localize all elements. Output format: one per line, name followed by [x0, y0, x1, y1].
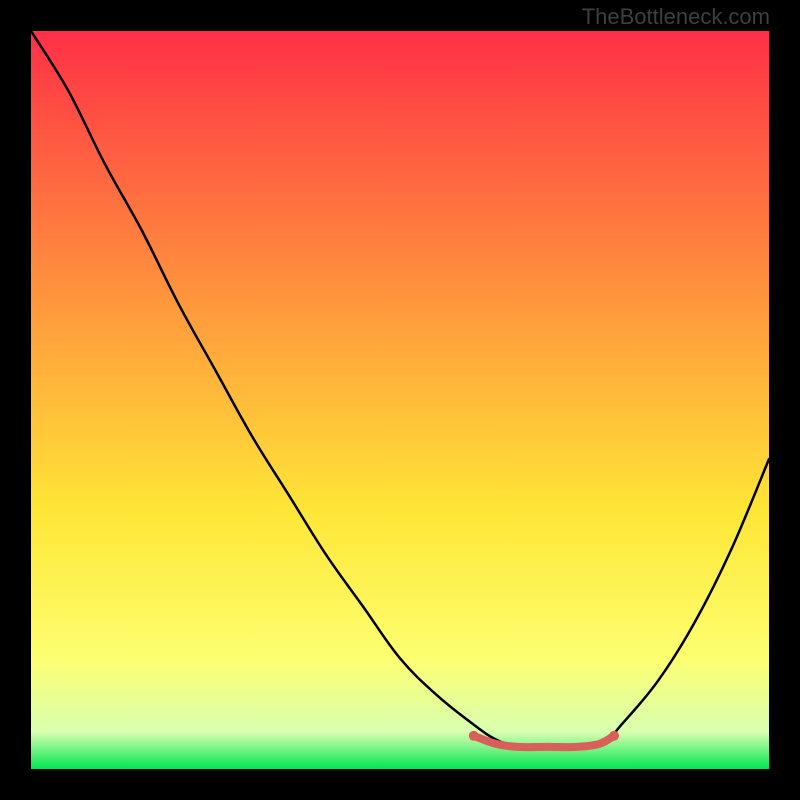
chart-container: TheBottleneck.com — [0, 0, 800, 800]
optimal-zone-dot-right — [609, 731, 619, 741]
bottleneck-chart — [31, 31, 769, 769]
watermark-text: TheBottleneck.com — [582, 4, 770, 30]
optimal-zone-dot-left — [469, 731, 479, 741]
